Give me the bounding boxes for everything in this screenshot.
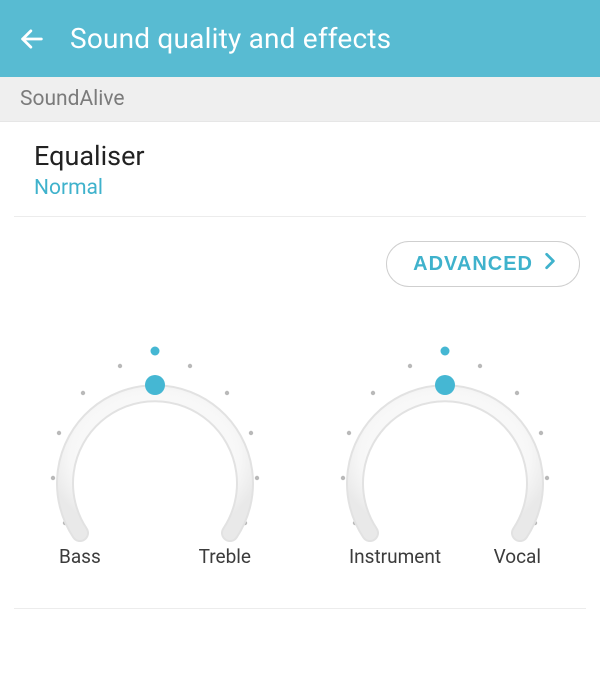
dials-row: Bass Treble — [0, 297, 600, 608]
advanced-button[interactable]: ADVANCED — [386, 241, 580, 287]
chevron-right-icon — [543, 252, 557, 276]
equaliser-title: Equaliser — [34, 140, 566, 172]
dial-knob-bass-treble[interactable] — [35, 333, 275, 553]
dial-bass-treble: Bass Treble — [35, 333, 275, 568]
advanced-button-label: ADVANCED — [413, 253, 533, 276]
equaliser-row[interactable]: Equaliser Normal — [14, 122, 586, 217]
advanced-row: ADVANCED — [0, 217, 600, 297]
app-header: Sound quality and effects — [0, 0, 600, 77]
back-arrow-icon[interactable] — [18, 25, 46, 53]
divider — [14, 608, 586, 609]
dial-instrument-vocal: Instrument Vocal — [325, 333, 565, 568]
page-title: Sound quality and effects — [70, 22, 391, 55]
dial-knob-instrument-vocal[interactable] — [325, 333, 565, 553]
section-label-soundalive: SoundAlive — [0, 77, 600, 122]
equaliser-value: Normal — [34, 176, 566, 200]
